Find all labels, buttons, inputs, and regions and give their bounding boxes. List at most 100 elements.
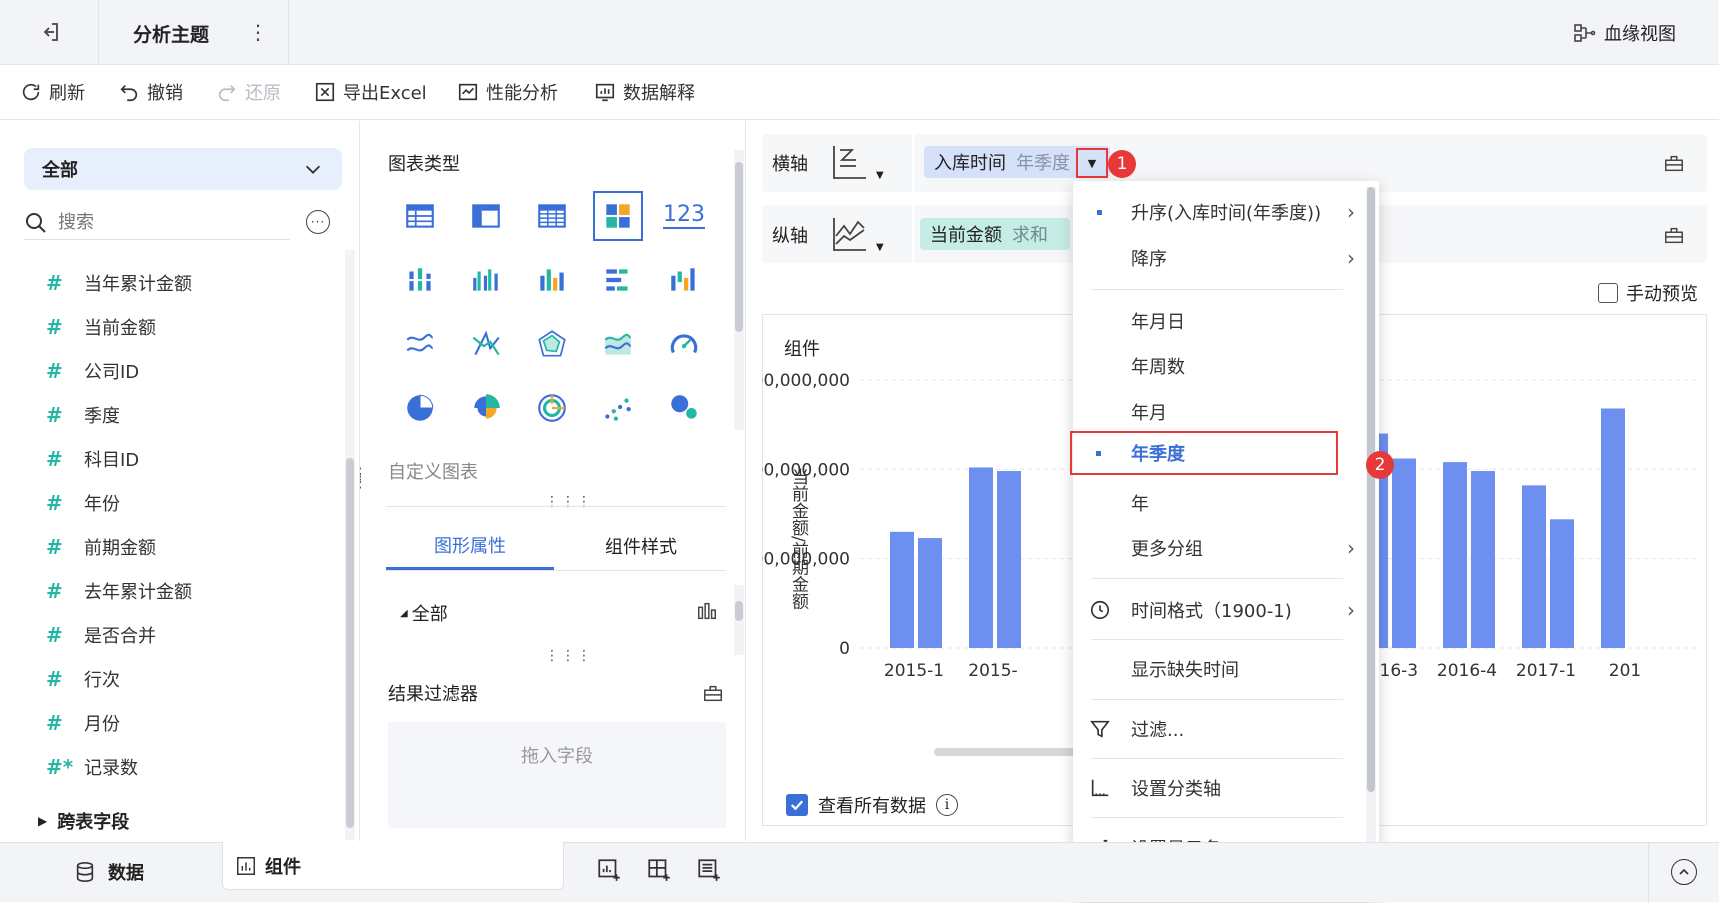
menu-item-asc[interactable]: 升序(入库时间(年季度)) ›	[1073, 190, 1379, 234]
chart-bar[interactable]	[890, 531, 914, 648]
menu-scrollbar[interactable]	[1366, 187, 1376, 899]
data-explain-button[interactable]: 数据解释	[594, 79, 695, 105]
tab-data[interactable]: 数据	[74, 859, 144, 885]
field-item[interactable]: # 季度	[46, 400, 120, 430]
stacked-bar-icon[interactable]	[398, 258, 442, 302]
add-crosstab-icon[interactable]	[646, 857, 672, 888]
tab-component[interactable]: 组件	[222, 842, 564, 890]
chart-bar[interactable]	[1392, 458, 1416, 648]
mid-scrollbar-2[interactable]	[734, 585, 744, 655]
field-item[interactable]: # 去年累计金额	[46, 576, 192, 606]
lineage-view-button[interactable]: 血缘视图	[1572, 20, 1676, 46]
field-item[interactable]: # 是否合并	[46, 620, 156, 650]
mid-scrollbar[interactable]	[734, 150, 744, 430]
left-scrollbar[interactable]	[345, 250, 355, 840]
pie-chart-icon[interactable]	[398, 386, 442, 430]
field-item[interactable]: # 前期金额	[46, 532, 156, 562]
more-options-icon[interactable]: ···	[306, 210, 330, 234]
bar-chart-icon[interactable]	[696, 600, 718, 627]
y-axis-field-pill[interactable]: 当前金额 求和	[920, 218, 1070, 250]
horizontal-bar-icon[interactable]	[596, 258, 640, 302]
y-axis-type-caret[interactable]: ▼	[876, 242, 884, 253]
search-box[interactable]	[24, 206, 290, 240]
menu-item-yw[interactable]: 年周数	[1073, 344, 1379, 388]
tab-graph-properties[interactable]: 图形属性	[386, 522, 554, 570]
detail-table-icon[interactable]	[530, 194, 574, 238]
tree-all[interactable]: ◢ 全部	[400, 600, 448, 626]
chart-bar[interactable]	[997, 471, 1021, 648]
chart-bar[interactable]	[1471, 471, 1495, 648]
field-item[interactable]: # 科目ID	[46, 444, 139, 474]
chart-bar[interactable]	[969, 467, 993, 648]
manual-preview-checkbox[interactable]: 手动预览	[1598, 280, 1698, 306]
scatter-chart-icon[interactable]	[596, 386, 640, 430]
menu-item-filter[interactable]: 过滤...	[1073, 707, 1379, 751]
grouped-bar-icon[interactable]	[464, 258, 508, 302]
cross-table-fields[interactable]: ▶ 跨表字段	[38, 808, 129, 834]
waterfall-icon[interactable]	[662, 258, 706, 302]
resize-handle-horizontal[interactable]: ⋮⋮⋮	[545, 494, 593, 510]
left-scroll-thumb[interactable]	[346, 458, 354, 828]
rose-chart-icon[interactable]	[464, 386, 508, 430]
performance-button[interactable]: 性能分析	[457, 79, 558, 105]
field-item[interactable]: # 当前金额	[46, 312, 156, 342]
menu-scroll-thumb[interactable]	[1367, 187, 1375, 792]
chart-bar[interactable]	[918, 538, 942, 648]
area-chart-icon[interactable]	[596, 322, 640, 366]
menu-item-ym[interactable]: 年月	[1073, 390, 1379, 434]
line-chart-icon[interactable]	[398, 322, 442, 366]
field-item[interactable]: # 月份	[46, 708, 120, 738]
menu-item-time-format[interactable]: 时间格式（1900-1) ›	[1073, 588, 1379, 632]
menu-item-desc[interactable]: 降序 ›	[1073, 236, 1379, 280]
x-axis-type-icon[interactable]	[830, 142, 870, 187]
chart-bar[interactable]	[1522, 485, 1546, 648]
table-chart-icon[interactable]	[398, 194, 442, 238]
undo-button[interactable]: 撤销	[118, 79, 183, 105]
x-axis-type-caret[interactable]: ▼	[876, 170, 884, 181]
ring-chart-icon[interactable]	[530, 386, 574, 430]
bubble-chart-icon[interactable]	[662, 386, 706, 430]
filter-settings-icon[interactable]	[702, 682, 724, 709]
scope-select[interactable]: 全部	[24, 148, 342, 190]
info-icon[interactable]: i	[936, 794, 958, 816]
menu-item-more-group[interactable]: 更多分组 ›	[1073, 526, 1379, 570]
refresh-button[interactable]: 刷新	[20, 79, 85, 105]
dashboard-chart-icon[interactable]	[593, 191, 643, 241]
field-item[interactable]: #* 记录数	[46, 752, 138, 782]
menu-item-year-quarter[interactable]: 年季度	[1070, 431, 1338, 475]
field-item[interactable]: # 行次	[46, 664, 120, 694]
gauge-chart-icon[interactable]	[662, 322, 706, 366]
exit-icon[interactable]	[38, 20, 64, 46]
filter-drop-zone[interactable]: 拖入字段	[388, 722, 726, 828]
x-axis-settings-icon[interactable]	[1663, 152, 1685, 179]
add-chart-icon[interactable]	[596, 857, 622, 888]
search-input[interactable]	[58, 212, 278, 233]
number-card-icon[interactable]: 123	[662, 194, 706, 238]
x-field-dropdown-button[interactable]: ▼	[1076, 148, 1108, 178]
menu-item-year[interactable]: 年	[1073, 481, 1379, 525]
menu-item-show-missing[interactable]: 显示缺失时间	[1073, 647, 1379, 691]
parallel-line-icon[interactable]	[464, 322, 508, 366]
radar-chart-icon[interactable]	[530, 322, 574, 366]
view-all-data-checkbox[interactable]: 查看所有数据 i	[786, 792, 958, 818]
collapse-up-icon[interactable]	[1671, 859, 1697, 885]
chart-bar[interactable]	[1550, 519, 1574, 648]
menu-item-ymd[interactable]: 年月日	[1073, 299, 1379, 343]
field-item[interactable]: # 年份	[46, 488, 120, 518]
y-axis-type-icon[interactable]	[830, 214, 870, 259]
tab-component-style[interactable]: 组件样式	[556, 522, 726, 570]
crosstab-chart-icon[interactable]	[464, 194, 508, 238]
redo-button[interactable]: 还原	[216, 79, 281, 105]
menu-item-set-category-axis[interactable]: 设置分类轴	[1073, 766, 1379, 810]
mid-scroll-thumb[interactable]	[735, 162, 743, 332]
chart-bar[interactable]	[1443, 462, 1467, 648]
field-item[interactable]: # 公司ID	[46, 356, 139, 386]
add-table-icon[interactable]	[696, 857, 722, 888]
resize-handle-horizontal[interactable]: ⋮⋮⋮	[545, 648, 593, 664]
more-menu-icon[interactable]: ⋮	[248, 20, 268, 44]
y-axis-settings-icon[interactable]	[1663, 224, 1685, 251]
chart-bar[interactable]	[1601, 408, 1625, 648]
export-excel-button[interactable]: 导出Excel	[314, 79, 427, 105]
field-item[interactable]: # 当年累计金额	[46, 268, 192, 298]
mid-scroll-thumb-2[interactable]	[735, 601, 743, 621]
